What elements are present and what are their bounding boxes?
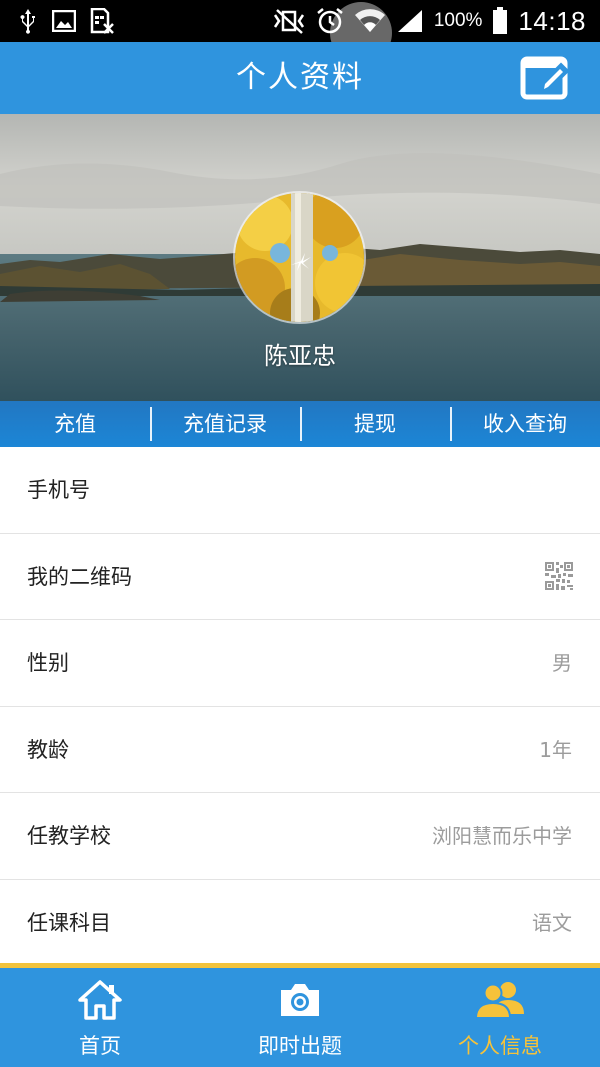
users-icon (474, 982, 524, 1019)
school-label: 任教学校 (27, 824, 111, 848)
income-query-button[interactable]: 收入查询 (450, 401, 600, 447)
qr-code-icon (545, 561, 573, 590)
user-name: 陈亚忠 (264, 342, 336, 370)
gender-row[interactable]: 性别 男 (0, 620, 600, 707)
profile-banner: 陈亚忠 充值 充值记录 提现 收入查询 (0, 114, 600, 447)
school-row[interactable]: 任教学校 浏阳慧而乐中学 (0, 793, 600, 880)
gender-label: 性别 (27, 651, 69, 675)
battery-icon (492, 7, 508, 35)
avatar[interactable] (233, 191, 366, 324)
school-value: 浏阳慧而乐中学 (432, 824, 572, 848)
profile-info-list: 手机号 我的二维码 性别 男 教龄 1年 任教学校 浏阳慧而乐中学 任课科目 语… (0, 447, 600, 966)
alarm-icon (316, 7, 344, 35)
nav-label-home: 首页 (79, 1034, 121, 1058)
recharge-button[interactable]: 充值 (0, 401, 150, 447)
status-time: 14:18 (518, 5, 586, 36)
gender-value: 男 (552, 651, 572, 675)
teaching-years-row[interactable]: 教龄 1年 (0, 706, 600, 793)
avatar-image (235, 193, 364, 322)
nav-item-quick-question[interactable]: 即时出题 (200, 968, 400, 1067)
status-bar: 100% 14:18 (0, 0, 600, 64)
home-icon (78, 980, 122, 1020)
battery-percent: 100% (433, 10, 483, 31)
title-bar: 个人资料 (0, 42, 600, 114)
image-icon (52, 10, 76, 32)
withdraw-button[interactable]: 提现 (300, 401, 450, 447)
bottom-nav: 首页 即时出题 个人信息 (0, 968, 600, 1067)
teaching-years-value: 1年 (539, 737, 572, 762)
nav-label-quick-question: 即时出题 (258, 1034, 342, 1058)
sim-off-icon (90, 8, 114, 34)
nav-label-personal-info: 个人信息 (458, 1034, 542, 1058)
recharge-history-button[interactable]: 充值记录 (150, 401, 300, 447)
status-left-icons (18, 6, 114, 36)
phone-row[interactable]: 手机号 (0, 447, 600, 534)
phone-label: 手机号 (27, 478, 90, 502)
wifi-icon (354, 8, 386, 34)
subject-value: 语文 (532, 910, 572, 935)
subject-row[interactable]: 任课科目 语文 (0, 879, 600, 966)
vibrate-off-icon (272, 8, 306, 34)
page-title: 个人资料 (236, 60, 364, 95)
qrcode-label: 我的二维码 (27, 564, 132, 589)
nav-item-personal-info[interactable]: 个人信息 (400, 968, 600, 1067)
signal-icon (396, 8, 424, 34)
subject-label: 任课科目 (27, 910, 111, 935)
teaching-years-label: 教龄 (27, 737, 69, 762)
camera-icon (281, 984, 319, 1016)
nav-item-home[interactable]: 首页 (0, 968, 200, 1067)
account-actions: 充值 充值记录 提现 收入查询 (0, 401, 600, 447)
usb-icon (18, 8, 38, 34)
edit-icon (520, 56, 570, 100)
status-right-icons: 100% 14:18 (272, 4, 586, 38)
edit-button[interactable] (520, 56, 570, 100)
qrcode-row[interactable]: 我的二维码 (0, 533, 600, 620)
